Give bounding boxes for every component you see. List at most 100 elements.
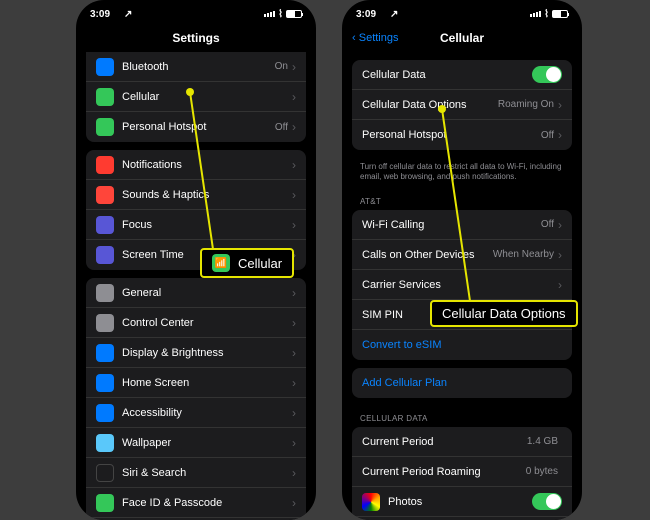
row-label: Current Period Roaming <box>362 466 526 478</box>
toggle-switch[interactable] <box>532 493 562 510</box>
chevron-icon: › <box>558 98 562 112</box>
row-value: When Nearby <box>493 249 554 260</box>
row-value: Roaming On <box>498 99 554 110</box>
settings-row[interactable]: Convert to eSIM <box>352 330 572 360</box>
callout-label: Cellular <box>238 256 282 271</box>
settings-row[interactable]: Accessibility› <box>86 398 306 428</box>
nav-bar: ‹ Settings Cellular <box>342 24 582 52</box>
group-general: General›Control Center›Display & Brightn… <box>86 278 306 520</box>
row-label: Accessibility <box>122 407 292 419</box>
page-title: Settings <box>172 31 219 45</box>
settings-row[interactable]: Photos <box>352 487 572 517</box>
general-icon <box>96 284 114 302</box>
back-button[interactable]: ‹ Settings <box>352 32 398 44</box>
battery-icon <box>286 10 302 18</box>
group-usage: Current Period1.4 GBCurrent Period Roami… <box>352 427 572 520</box>
chevron-icon: › <box>292 346 296 360</box>
wifi-icon: ⌇ <box>544 9 549 20</box>
settings-row[interactable]: Control Center› <box>86 308 306 338</box>
settings-row[interactable]: General› <box>86 278 306 308</box>
settings-row[interactable]: Siri & Search› <box>86 458 306 488</box>
signal-icon <box>264 11 275 17</box>
row-value: Off <box>541 219 554 230</box>
sounds-icon <box>96 186 114 204</box>
settings-row[interactable]: Display & Brightness› <box>86 338 306 368</box>
settings-row[interactable]: Current Period1.4 GB <box>352 427 572 457</box>
chevron-icon: › <box>558 128 562 142</box>
row-value: Off <box>541 130 554 141</box>
photos-icon <box>362 493 380 511</box>
status-loc: ↗ <box>390 9 398 20</box>
focus-icon <box>96 216 114 234</box>
settings-row[interactable]: Face ID & Passcode› <box>86 488 306 518</box>
chevron-icon: › <box>292 496 296 510</box>
status-right: ⌇ <box>264 9 302 20</box>
cellular-icon <box>96 88 114 106</box>
settings-row[interactable]: Current Period Roaming0 bytes <box>352 457 572 487</box>
access-icon <box>96 404 114 422</box>
row-label: Siri & Search <box>122 467 292 479</box>
signal-icon <box>530 11 541 17</box>
chevron-icon: › <box>558 278 562 292</box>
wall-icon <box>96 434 114 452</box>
chevron-icon: › <box>292 60 296 74</box>
home-icon <box>96 374 114 392</box>
status-right: ⌇ <box>530 9 568 20</box>
status-time: 3:09 <box>90 9 110 20</box>
row-label: Display & Brightness <box>122 347 292 359</box>
chevron-icon: › <box>558 248 562 262</box>
row-label: Control Center <box>122 317 292 329</box>
callout-label: Cellular Data Options <box>442 306 566 321</box>
chevron-icon: › <box>292 436 296 450</box>
notch <box>412 0 512 16</box>
status-loc: ↗ <box>124 9 132 20</box>
settings-row[interactable]: Cellular Data <box>352 60 572 90</box>
toggle-switch[interactable] <box>532 66 562 83</box>
battery-icon <box>552 10 568 18</box>
chevron-icon: › <box>292 376 296 390</box>
status-time: 3:09 <box>356 9 376 20</box>
row-value: 0 bytes <box>526 466 558 477</box>
page-title: Cellular <box>440 31 484 45</box>
hotspot-icon <box>96 118 114 136</box>
display-icon <box>96 344 114 362</box>
settings-row[interactable]: Add Cellular Plan <box>352 368 572 398</box>
settings-row[interactable]: Wallpaper› <box>86 428 306 458</box>
chevron-icon: › <box>292 316 296 330</box>
callout-data-options: Cellular Data Options <box>430 300 578 327</box>
row-value: Off <box>275 122 288 133</box>
chevron-icon: › <box>292 286 296 300</box>
cellular-icon: 📶 <box>212 254 230 272</box>
section-header: CELLULAR DATA <box>342 406 582 425</box>
row-value: 1.4 GB <box>527 436 558 447</box>
chevron-icon: › <box>558 218 562 232</box>
siri-icon <box>96 464 114 482</box>
arrow-line <box>186 88 226 260</box>
nav-bar: Settings <box>76 24 316 52</box>
chevron-icon: › <box>292 406 296 420</box>
row-label: Current Period <box>362 436 527 448</box>
control-icon <box>96 314 114 332</box>
settings-row[interactable]: BluetoothOn› <box>86 52 306 82</box>
callout-cellular: 📶 Cellular <box>200 248 294 278</box>
row-label: Wallpaper <box>122 437 292 449</box>
faceid-icon <box>96 494 114 512</box>
chevron-icon: › <box>292 120 296 134</box>
wifi-icon: ⌇ <box>278 9 283 20</box>
row-label: Cellular Data <box>362 69 532 81</box>
arrow-line <box>438 105 478 305</box>
row-label: Home Screen <box>122 377 292 389</box>
row-label: Face ID & Passcode <box>122 497 292 509</box>
chevron-icon: › <box>292 158 296 172</box>
chevron-icon: › <box>292 188 296 202</box>
bluetooth-icon <box>96 58 114 76</box>
settings-row[interactable]: Home Screen› <box>86 368 306 398</box>
stage: 3:09 ↗ ⌇ Settings BluetoothOn›Cellular›P… <box>0 0 650 520</box>
chevron-icon: › <box>292 466 296 480</box>
row-label: Add Cellular Plan <box>362 377 562 389</box>
chevron-icon: › <box>292 90 296 104</box>
group-addplan: Add Cellular Plan <box>352 368 572 398</box>
chevron-icon: › <box>292 218 296 232</box>
row-value: On <box>275 61 288 72</box>
row-label: Photos <box>388 496 532 508</box>
